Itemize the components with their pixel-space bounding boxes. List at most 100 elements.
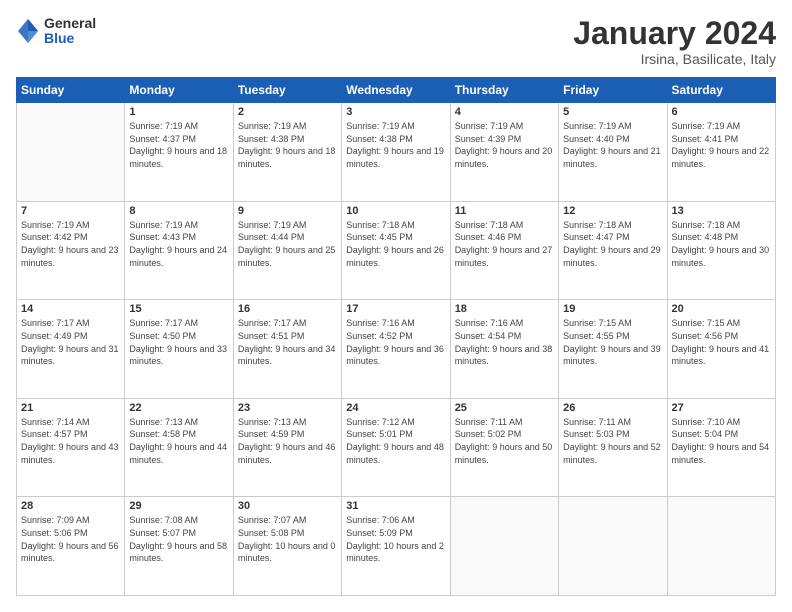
day-info: Sunrise: 7:18 AM Sunset: 4:47 PM Dayligh… <box>563 219 662 269</box>
header-tuesday: Tuesday <box>233 78 341 103</box>
day-info: Sunrise: 7:10 AM Sunset: 5:04 PM Dayligh… <box>672 416 771 466</box>
page: General Blue January 2024 Irsina, Basili… <box>0 0 792 612</box>
day-number: 29 <box>129 500 228 512</box>
day-info: Sunrise: 7:17 AM Sunset: 4:51 PM Dayligh… <box>238 317 337 367</box>
logo-text: General Blue <box>44 16 96 47</box>
calendar-cell: 24 Sunrise: 7:12 AM Sunset: 5:01 PM Dayl… <box>342 398 450 497</box>
calendar-cell: 1 Sunrise: 7:19 AM Sunset: 4:37 PM Dayli… <box>125 103 233 202</box>
day-number: 6 <box>672 106 771 118</box>
calendar-cell: 29 Sunrise: 7:08 AM Sunset: 5:07 PM Dayl… <box>125 497 233 596</box>
day-number: 20 <box>672 303 771 315</box>
day-info: Sunrise: 7:19 AM Sunset: 4:42 PM Dayligh… <box>21 219 120 269</box>
day-number: 19 <box>563 303 662 315</box>
calendar-cell <box>17 103 125 202</box>
calendar-cell: 17 Sunrise: 7:16 AM Sunset: 4:52 PM Dayl… <box>342 300 450 399</box>
calendar-cell: 10 Sunrise: 7:18 AM Sunset: 4:45 PM Dayl… <box>342 201 450 300</box>
day-number: 30 <box>238 500 337 512</box>
calendar-cell: 13 Sunrise: 7:18 AM Sunset: 4:48 PM Dayl… <box>667 201 775 300</box>
day-info: Sunrise: 7:17 AM Sunset: 4:49 PM Dayligh… <box>21 317 120 367</box>
day-number: 14 <box>21 303 120 315</box>
calendar-cell: 21 Sunrise: 7:14 AM Sunset: 4:57 PM Dayl… <box>17 398 125 497</box>
day-info: Sunrise: 7:07 AM Sunset: 5:08 PM Dayligh… <box>238 514 337 564</box>
header-friday: Friday <box>559 78 667 103</box>
day-number: 31 <box>346 500 445 512</box>
calendar-cell: 7 Sunrise: 7:19 AM Sunset: 4:42 PM Dayli… <box>17 201 125 300</box>
day-info: Sunrise: 7:18 AM Sunset: 4:48 PM Dayligh… <box>672 219 771 269</box>
header-saturday: Saturday <box>667 78 775 103</box>
header-monday: Monday <box>125 78 233 103</box>
day-info: Sunrise: 7:08 AM Sunset: 5:07 PM Dayligh… <box>129 514 228 564</box>
day-number: 17 <box>346 303 445 315</box>
day-info: Sunrise: 7:09 AM Sunset: 5:06 PM Dayligh… <box>21 514 120 564</box>
day-info: Sunrise: 7:11 AM Sunset: 5:03 PM Dayligh… <box>563 416 662 466</box>
day-number: 25 <box>455 402 554 414</box>
day-info: Sunrise: 7:13 AM Sunset: 4:59 PM Dayligh… <box>238 416 337 466</box>
day-info: Sunrise: 7:19 AM Sunset: 4:44 PM Dayligh… <box>238 219 337 269</box>
location: Irsina, Basilicate, Italy <box>573 51 776 67</box>
calendar-row: 28 Sunrise: 7:09 AM Sunset: 5:06 PM Dayl… <box>17 497 776 596</box>
month-title: January 2024 <box>573 16 776 51</box>
calendar-row: 14 Sunrise: 7:17 AM Sunset: 4:49 PM Dayl… <box>17 300 776 399</box>
calendar-cell <box>559 497 667 596</box>
calendar-cell: 4 Sunrise: 7:19 AM Sunset: 4:39 PM Dayli… <box>450 103 558 202</box>
calendar-row: 7 Sunrise: 7:19 AM Sunset: 4:42 PM Dayli… <box>17 201 776 300</box>
calendar-cell: 11 Sunrise: 7:18 AM Sunset: 4:46 PM Dayl… <box>450 201 558 300</box>
day-info: Sunrise: 7:19 AM Sunset: 4:40 PM Dayligh… <box>563 120 662 170</box>
weekday-header-row: Sunday Monday Tuesday Wednesday Thursday… <box>17 78 776 103</box>
calendar-cell: 9 Sunrise: 7:19 AM Sunset: 4:44 PM Dayli… <box>233 201 341 300</box>
calendar-cell: 22 Sunrise: 7:13 AM Sunset: 4:58 PM Dayl… <box>125 398 233 497</box>
day-number: 18 <box>455 303 554 315</box>
day-info: Sunrise: 7:12 AM Sunset: 5:01 PM Dayligh… <box>346 416 445 466</box>
day-number: 1 <box>129 106 228 118</box>
day-info: Sunrise: 7:16 AM Sunset: 4:52 PM Dayligh… <box>346 317 445 367</box>
calendar-row: 1 Sunrise: 7:19 AM Sunset: 4:37 PM Dayli… <box>17 103 776 202</box>
calendar-cell: 23 Sunrise: 7:13 AM Sunset: 4:59 PM Dayl… <box>233 398 341 497</box>
day-info: Sunrise: 7:17 AM Sunset: 4:50 PM Dayligh… <box>129 317 228 367</box>
calendar-cell: 8 Sunrise: 7:19 AM Sunset: 4:43 PM Dayli… <box>125 201 233 300</box>
day-info: Sunrise: 7:16 AM Sunset: 4:54 PM Dayligh… <box>455 317 554 367</box>
day-number: 27 <box>672 402 771 414</box>
logo-blue-text: Blue <box>44 31 96 46</box>
day-number: 7 <box>21 205 120 217</box>
day-number: 8 <box>129 205 228 217</box>
calendar-cell: 14 Sunrise: 7:17 AM Sunset: 4:49 PM Dayl… <box>17 300 125 399</box>
day-number: 5 <box>563 106 662 118</box>
calendar-cell: 30 Sunrise: 7:07 AM Sunset: 5:08 PM Dayl… <box>233 497 341 596</box>
day-number: 21 <box>21 402 120 414</box>
day-number: 24 <box>346 402 445 414</box>
day-info: Sunrise: 7:19 AM Sunset: 4:43 PM Dayligh… <box>129 219 228 269</box>
calendar-cell: 31 Sunrise: 7:06 AM Sunset: 5:09 PM Dayl… <box>342 497 450 596</box>
header-wednesday: Wednesday <box>342 78 450 103</box>
header-sunday: Sunday <box>17 78 125 103</box>
day-info: Sunrise: 7:19 AM Sunset: 4:38 PM Dayligh… <box>238 120 337 170</box>
day-info: Sunrise: 7:11 AM Sunset: 5:02 PM Dayligh… <box>455 416 554 466</box>
day-info: Sunrise: 7:15 AM Sunset: 4:55 PM Dayligh… <box>563 317 662 367</box>
day-info: Sunrise: 7:18 AM Sunset: 4:46 PM Dayligh… <box>455 219 554 269</box>
day-number: 9 <box>238 205 337 217</box>
calendar-cell <box>450 497 558 596</box>
day-number: 4 <box>455 106 554 118</box>
day-info: Sunrise: 7:13 AM Sunset: 4:58 PM Dayligh… <box>129 416 228 466</box>
day-number: 22 <box>129 402 228 414</box>
title-block: January 2024 Irsina, Basilicate, Italy <box>573 16 776 67</box>
day-number: 10 <box>346 205 445 217</box>
day-info: Sunrise: 7:18 AM Sunset: 4:45 PM Dayligh… <box>346 219 445 269</box>
day-number: 16 <box>238 303 337 315</box>
day-number: 23 <box>238 402 337 414</box>
day-info: Sunrise: 7:19 AM Sunset: 4:39 PM Dayligh… <box>455 120 554 170</box>
day-number: 11 <box>455 205 554 217</box>
logo-icon <box>16 17 40 45</box>
calendar-cell: 15 Sunrise: 7:17 AM Sunset: 4:50 PM Dayl… <box>125 300 233 399</box>
day-number: 2 <box>238 106 337 118</box>
calendar-cell: 16 Sunrise: 7:17 AM Sunset: 4:51 PM Dayl… <box>233 300 341 399</box>
logo: General Blue <box>16 16 96 47</box>
calendar-cell: 20 Sunrise: 7:15 AM Sunset: 4:56 PM Dayl… <box>667 300 775 399</box>
day-number: 12 <box>563 205 662 217</box>
calendar-table: Sunday Monday Tuesday Wednesday Thursday… <box>16 77 776 596</box>
calendar-cell: 18 Sunrise: 7:16 AM Sunset: 4:54 PM Dayl… <box>450 300 558 399</box>
day-info: Sunrise: 7:15 AM Sunset: 4:56 PM Dayligh… <box>672 317 771 367</box>
calendar-cell: 25 Sunrise: 7:11 AM Sunset: 5:02 PM Dayl… <box>450 398 558 497</box>
calendar-cell: 6 Sunrise: 7:19 AM Sunset: 4:41 PM Dayli… <box>667 103 775 202</box>
calendar-cell: 27 Sunrise: 7:10 AM Sunset: 5:04 PM Dayl… <box>667 398 775 497</box>
calendar-row: 21 Sunrise: 7:14 AM Sunset: 4:57 PM Dayl… <box>17 398 776 497</box>
